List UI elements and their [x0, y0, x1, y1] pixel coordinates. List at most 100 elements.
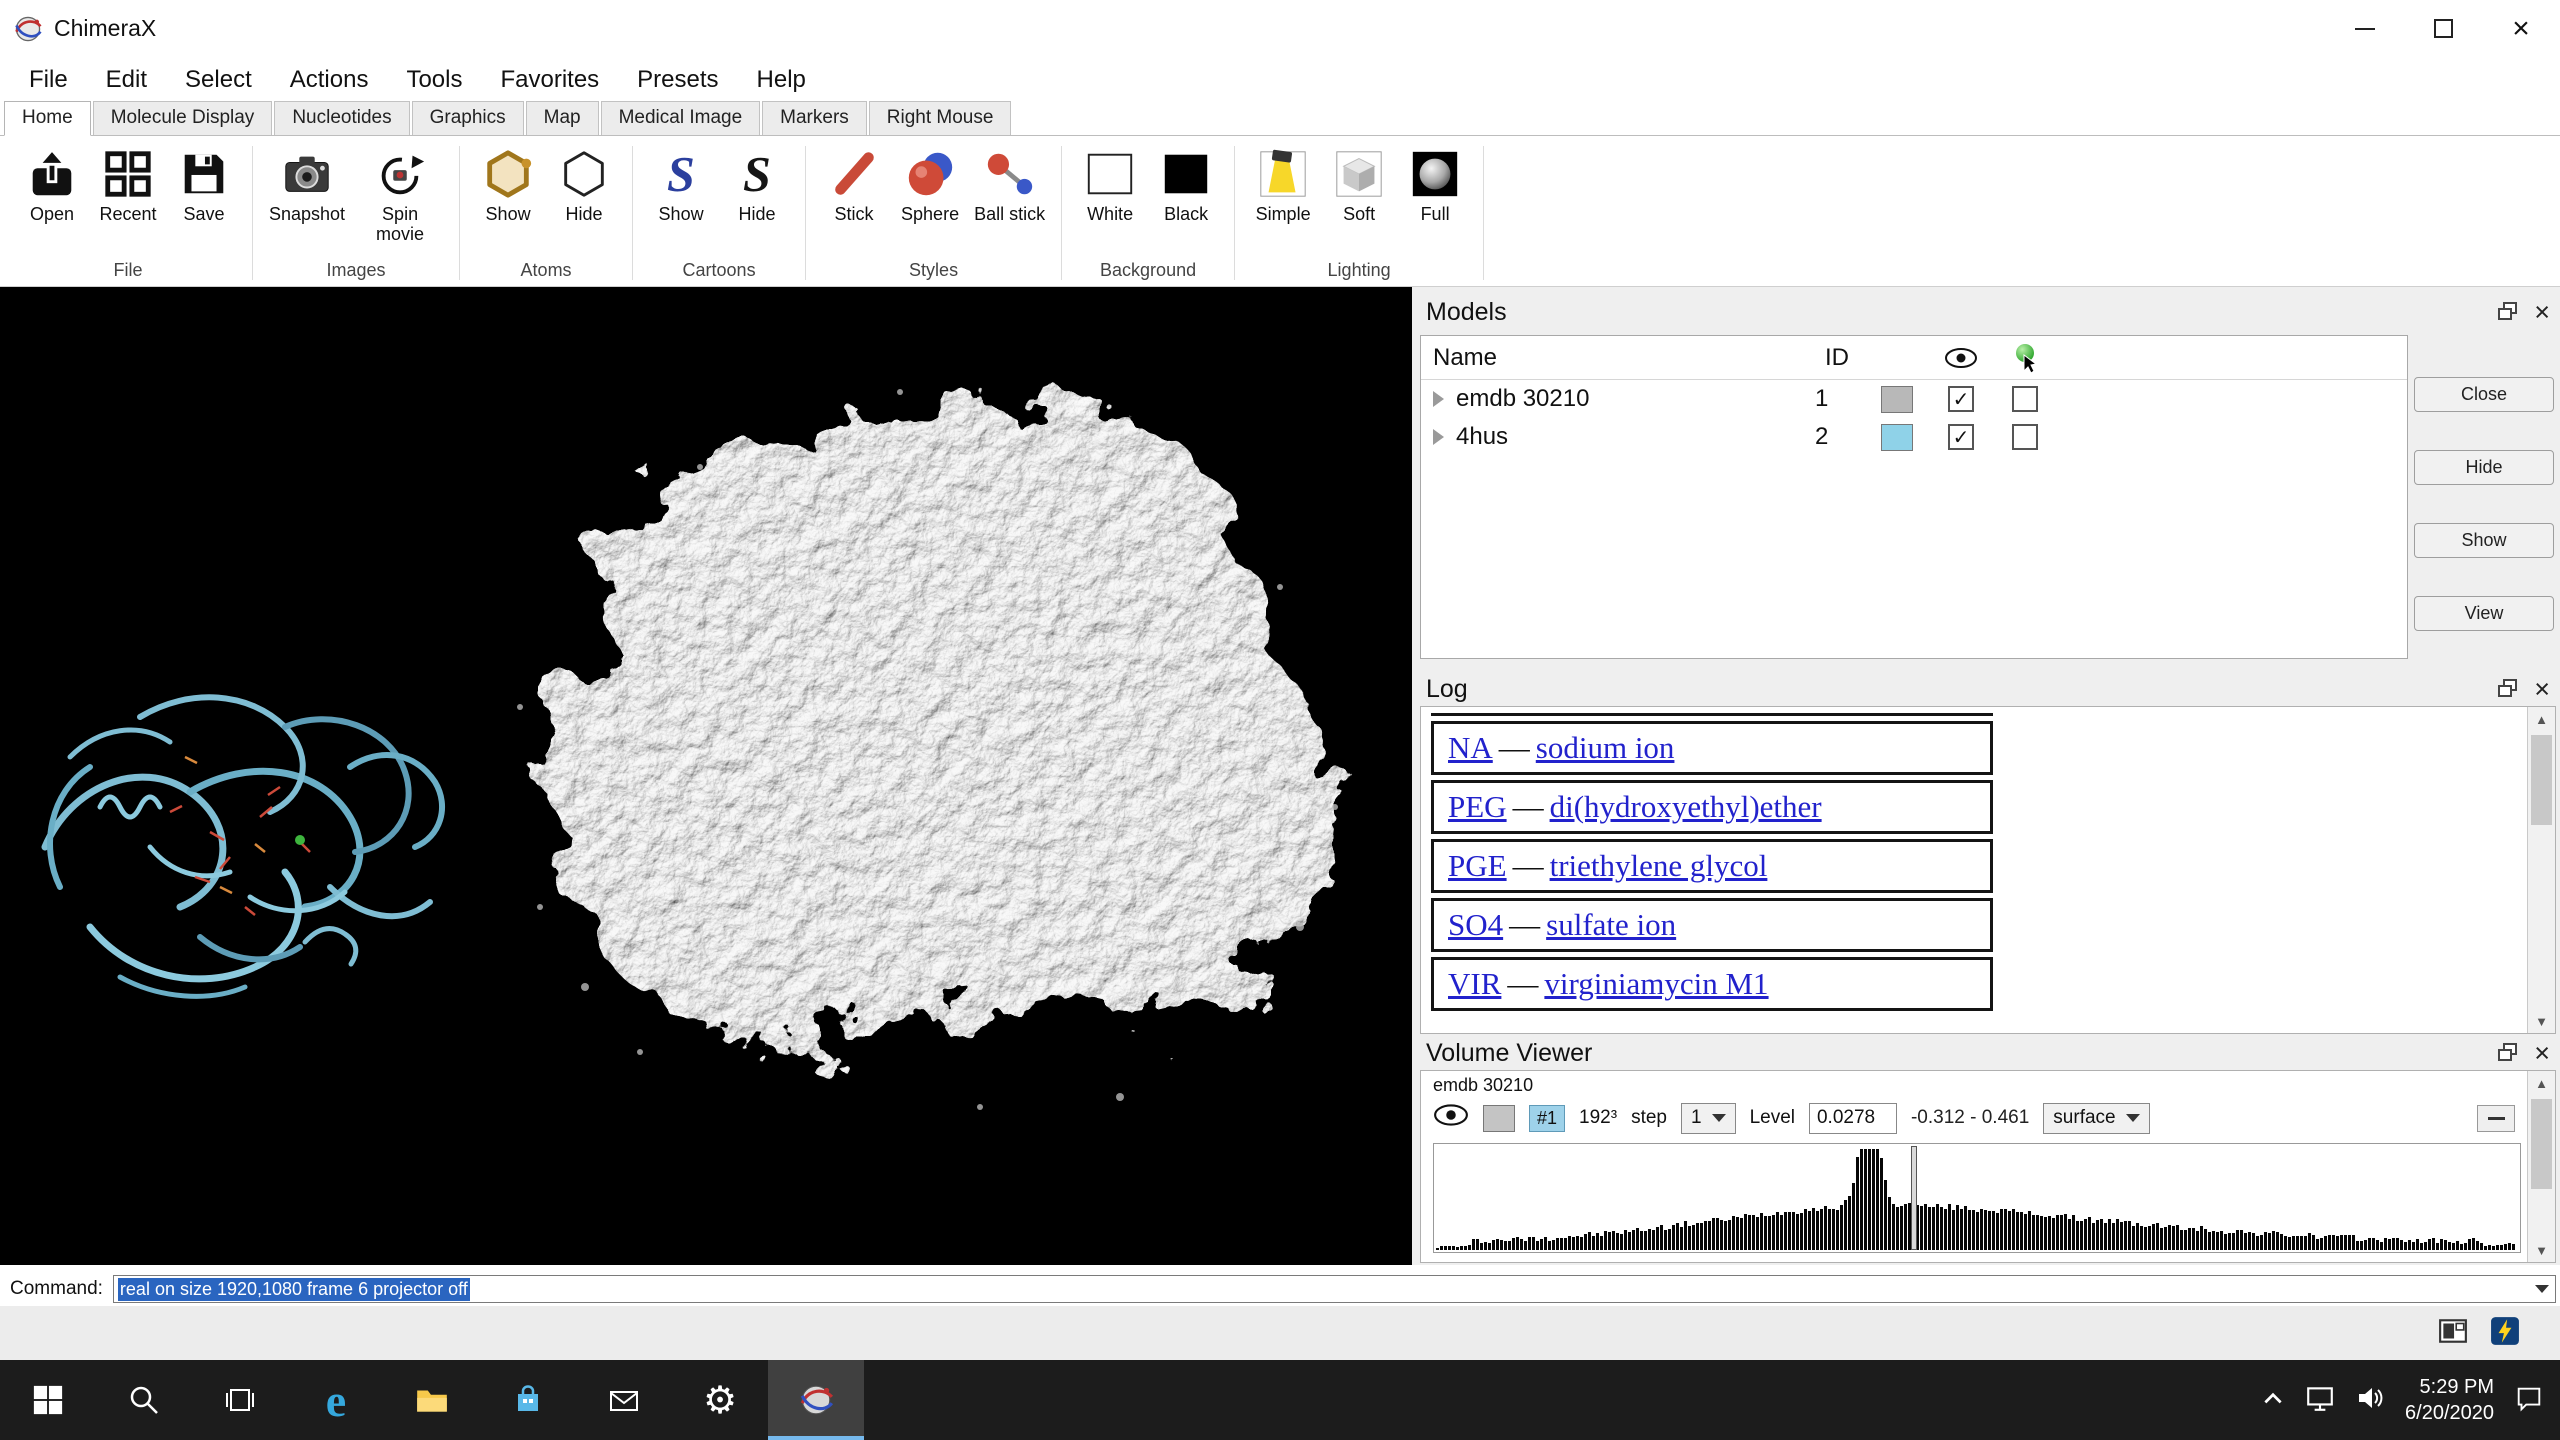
minimize-button[interactable]	[2326, 0, 2404, 57]
volume-histogram-bars[interactable]	[1436, 1146, 2518, 1250]
settings-button[interactable]: ⚙	[672, 1360, 768, 1440]
atoms-hide-button[interactable]: Hide	[548, 142, 620, 226]
menu-file[interactable]: File	[10, 66, 87, 94]
mail-button[interactable]	[576, 1360, 672, 1440]
models-close-button[interactable]: Close	[2414, 377, 2554, 412]
expand-arrow-icon[interactable]	[1433, 391, 1444, 407]
menu-actions[interactable]: Actions	[271, 66, 388, 94]
tab-molecule-display[interactable]: Molecule Display	[93, 101, 273, 135]
tray-expand-chevron[interactable]	[2261, 1389, 2285, 1412]
volume-histogram[interactable]	[1433, 1143, 2521, 1253]
snapshot-button[interactable]: Snapshot	[265, 142, 349, 246]
background-black-button[interactable]: Black	[1150, 142, 1222, 226]
residue-desc-link[interactable]: sulfate ion	[1546, 907, 1676, 942]
density-map-surface[interactable]	[530, 402, 1335, 1042]
start-button[interactable]	[0, 1360, 96, 1440]
file-explorer-button[interactable]	[384, 1360, 480, 1440]
ball-stick-style-button[interactable]: Ball stick	[970, 142, 1049, 226]
expand-arrow-icon[interactable]	[1433, 429, 1444, 445]
chimerax-taskbar-button[interactable]	[768, 1360, 864, 1440]
display-tray-icon[interactable]	[2305, 1384, 2335, 1417]
menu-edit[interactable]: Edit	[87, 66, 166, 94]
model-selected-checkbox[interactable]	[2012, 424, 2038, 450]
scroll-down-arrow[interactable]: ▼	[2528, 1238, 2555, 1262]
cartoons-hide-button[interactable]: S Hide	[721, 142, 793, 226]
taskbar-clock[interactable]: 5:29 PM 6/20/2020	[2405, 1374, 2494, 1426]
residue-desc-link[interactable]: triethylene glycol	[1550, 848, 1768, 883]
rendering-speed-icon[interactable]	[2490, 1316, 2520, 1351]
command-history-dropdown[interactable]	[2535, 1276, 2549, 1302]
residue-desc-link[interactable]: virginiamycin M1	[1544, 966, 1768, 1001]
menu-presets[interactable]: Presets	[618, 66, 737, 94]
action-center-icon[interactable]	[2514, 1383, 2544, 1418]
models-hide-button[interactable]: Hide	[2414, 450, 2554, 485]
command-input[interactable]: real on size 1920,1080 frame 6 projector…	[113, 1275, 2556, 1303]
save-button[interactable]: Save	[168, 142, 240, 226]
log-undock-icon[interactable]	[2496, 677, 2520, 701]
residue-desc-link[interactable]: di(hydroxyethyl)ether	[1550, 789, 1822, 824]
scroll-up-arrow[interactable]: ▲	[2528, 707, 2555, 731]
model-row-emdb-30210[interactable]: emdb 30210 1 ✓	[1421, 380, 2407, 418]
residue-code-link[interactable]: SO4	[1448, 907, 1503, 942]
scrollbar-thumb[interactable]	[2531, 735, 2552, 825]
menu-help[interactable]: Help	[738, 66, 825, 94]
menu-select[interactable]: Select	[166, 66, 271, 94]
residue-code-link[interactable]: VIR	[1448, 966, 1501, 1001]
model-shown-checkbox[interactable]: ✓	[1948, 424, 1974, 450]
tab-nucleotides[interactable]: Nucleotides	[274, 101, 409, 135]
tab-graphics[interactable]: Graphics	[412, 101, 524, 135]
volume-id-badge[interactable]: #1	[1529, 1105, 1565, 1132]
recent-button[interactable]: Recent	[92, 142, 164, 226]
menu-favorites[interactable]: Favorites	[481, 66, 618, 94]
models-show-button[interactable]: Show	[2414, 523, 2554, 558]
residue-code-link[interactable]: NA	[1448, 730, 1493, 765]
level-input[interactable]: 0.0278	[1809, 1103, 1897, 1134]
volume-tray-icon[interactable]	[2355, 1383, 2385, 1418]
close-button[interactable]: ×	[2482, 0, 2560, 57]
lighting-full-button[interactable]: Full	[1399, 142, 1471, 226]
menu-tools[interactable]: Tools	[387, 66, 481, 94]
volume-shown-eye-icon[interactable]	[1433, 1103, 1469, 1133]
graphics-viewport[interactable]	[0, 287, 1412, 1265]
models-close-icon[interactable]: ×	[2534, 299, 2550, 326]
volume-close-icon[interactable]: ×	[2534, 1040, 2550, 1067]
3d-scene[interactable]	[0, 287, 1412, 1265]
edge-browser-button[interactable]: e	[288, 1360, 384, 1440]
scrollbar-thumb[interactable]	[2531, 1099, 2552, 1189]
tab-medical-image[interactable]: Medical Image	[601, 101, 761, 135]
spin-movie-button[interactable]: Spin movie	[353, 142, 447, 246]
store-button[interactable]	[480, 1360, 576, 1440]
task-view-button[interactable]	[192, 1360, 288, 1440]
stick-style-button[interactable]: Stick	[818, 142, 890, 226]
model-color-swatch[interactable]	[1881, 424, 1913, 451]
collapse-histogram-button[interactable]	[2477, 1105, 2515, 1132]
lighting-soft-button[interactable]: Soft	[1323, 142, 1395, 226]
log-scrollbar[interactable]: ▲ ▼	[2527, 707, 2555, 1033]
model-selected-checkbox[interactable]	[2012, 386, 2038, 412]
search-button[interactable]	[96, 1360, 192, 1440]
volume-color-swatch[interactable]	[1483, 1105, 1515, 1132]
models-view-button[interactable]: View	[2414, 596, 2554, 631]
residue-desc-link[interactable]: sodium ion	[1536, 730, 1675, 765]
sphere-style-button[interactable]: Sphere	[894, 142, 966, 226]
scroll-down-arrow[interactable]: ▼	[2528, 1009, 2555, 1033]
cartoons-show-button[interactable]: S Show	[645, 142, 717, 226]
model-color-swatch[interactable]	[1881, 386, 1913, 413]
model-shown-checkbox[interactable]: ✓	[1948, 386, 1974, 412]
lighting-simple-button[interactable]: Simple	[1247, 142, 1319, 226]
tab-markers[interactable]: Markers	[762, 101, 867, 135]
tab-map[interactable]: Map	[526, 101, 599, 135]
scroll-up-arrow[interactable]: ▲	[2528, 1071, 2555, 1095]
log-close-icon[interactable]: ×	[2534, 676, 2550, 703]
display-style-dropdown[interactable]: surface	[2043, 1103, 2149, 1134]
residue-code-link[interactable]: PEG	[1448, 789, 1507, 824]
models-undock-icon[interactable]	[2496, 300, 2520, 324]
maximize-button[interactable]	[2404, 0, 2482, 57]
background-white-button[interactable]: White	[1074, 142, 1146, 226]
tab-home[interactable]: Home	[4, 101, 91, 136]
volume-level-marker[interactable]	[1911, 1146, 1917, 1250]
open-button[interactable]: Open	[16, 142, 88, 226]
step-dropdown[interactable]: 1	[1681, 1103, 1736, 1134]
volume-scrollbar[interactable]: ▲ ▼	[2527, 1071, 2555, 1262]
model-row-4hus[interactable]: 4hus 2 ✓	[1421, 418, 2407, 456]
